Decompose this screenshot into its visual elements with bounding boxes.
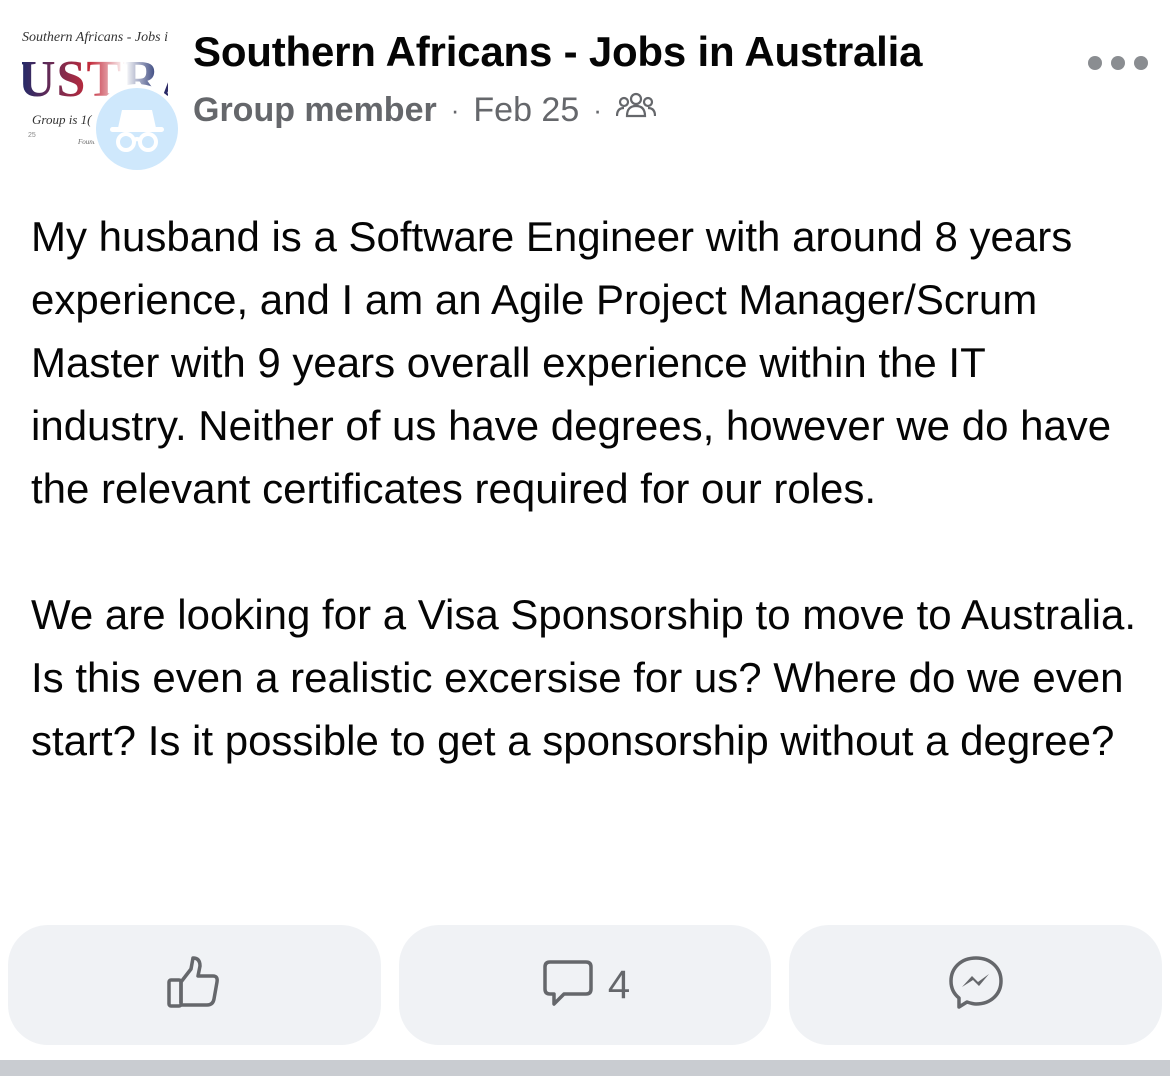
post-paragraph: My husband is a Software Engineer with a… bbox=[31, 213, 1112, 512]
group-image-caption: Southern Africans - Jobs in bbox=[22, 30, 168, 45]
post-paragraph: We are looking for a Visa Sponsorship to… bbox=[31, 591, 1137, 764]
ellipsis-dot bbox=[1088, 56, 1102, 70]
group-icon bbox=[615, 91, 657, 130]
post-actions: 4 bbox=[8, 925, 1163, 1045]
author-role: Group member bbox=[193, 90, 437, 129]
anonymous-member-icon bbox=[96, 88, 178, 170]
messenger-icon bbox=[947, 954, 1005, 1017]
anonymous-avatar[interactable] bbox=[92, 84, 182, 174]
feed-divider bbox=[0, 1060, 1170, 1076]
comment-icon bbox=[540, 955, 596, 1016]
meta-separator: · bbox=[593, 94, 602, 125]
group-name-link[interactable]: Southern Africans - Jobs in Australia bbox=[193, 28, 922, 76]
post-date[interactable]: Feb 25 bbox=[473, 91, 579, 130]
meta-separator: · bbox=[450, 94, 460, 125]
thumbs-up-icon bbox=[164, 953, 224, 1018]
like-button[interactable] bbox=[8, 925, 381, 1045]
send-button[interactable] bbox=[789, 925, 1163, 1045]
comment-button[interactable]: 4 bbox=[398, 925, 772, 1045]
post-meta: Group member · Feb 25 · bbox=[193, 90, 657, 130]
ellipsis-dot bbox=[1111, 56, 1125, 70]
post-header: Southern Africans - Jobs in USTRALI Grou… bbox=[0, 0, 1170, 190]
comment-count: 4 bbox=[607, 962, 631, 1007]
post-text: My husband is a Software Engineer with a… bbox=[31, 205, 1151, 772]
group-image-subcaption: Group is 1( bbox=[32, 112, 92, 127]
ellipsis-icon[interactable] bbox=[1088, 52, 1148, 74]
group-image-corner-text: 25 bbox=[28, 132, 36, 139]
ellipsis-dot bbox=[1134, 56, 1148, 70]
